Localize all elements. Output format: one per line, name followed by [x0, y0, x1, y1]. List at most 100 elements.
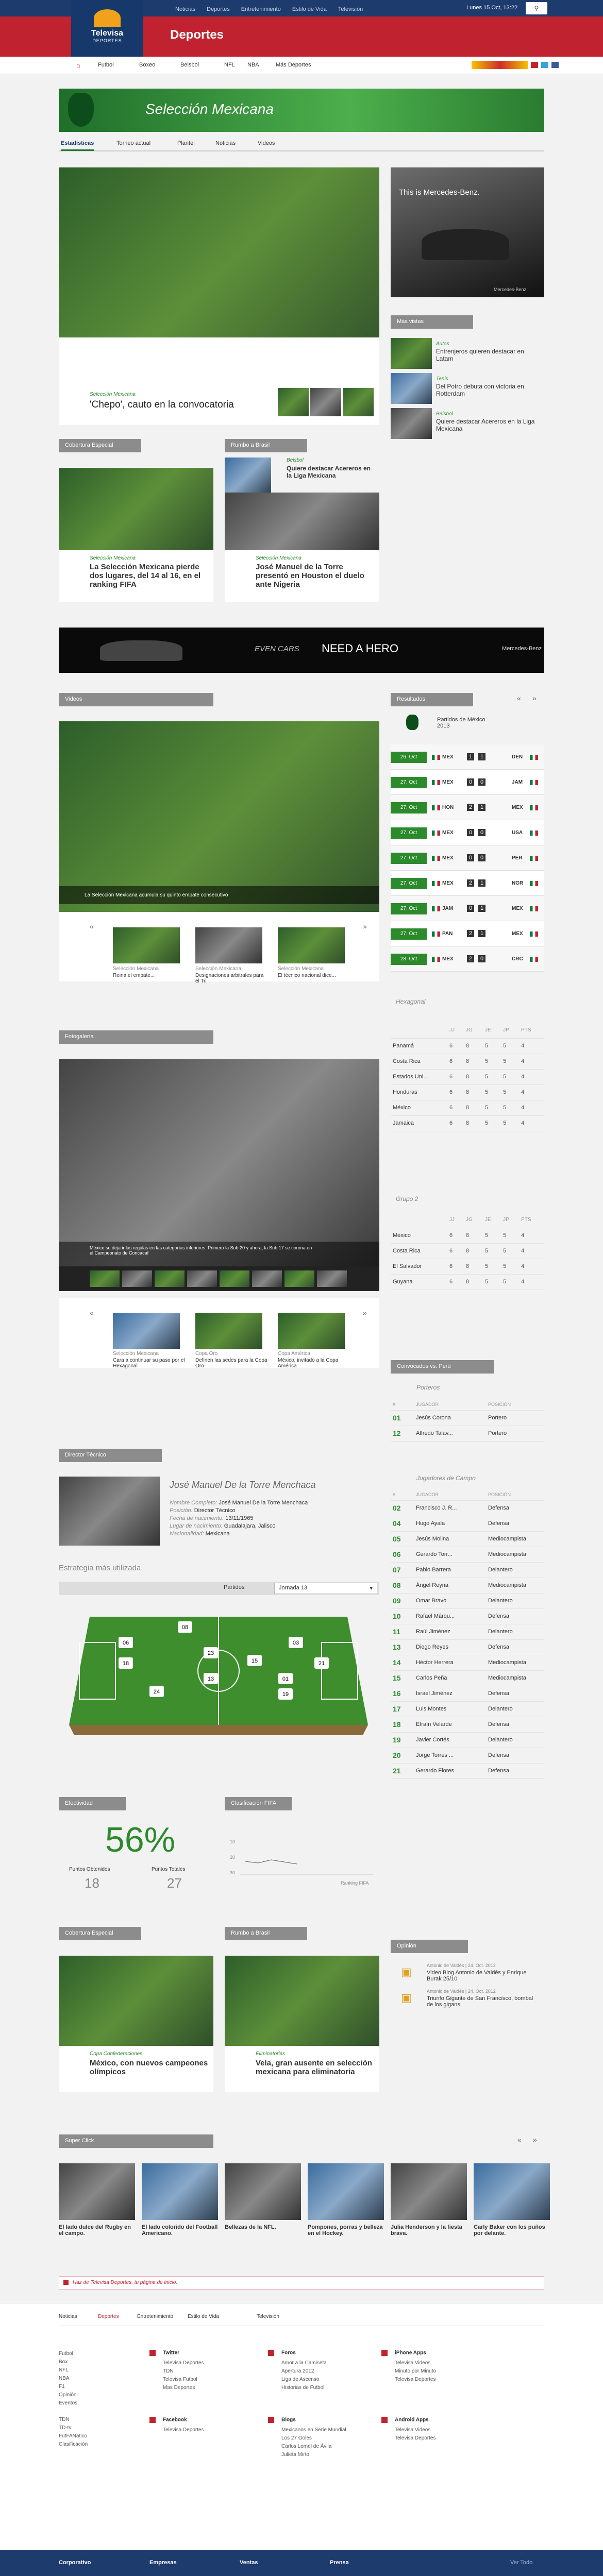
topnav-deportes[interactable]: Deportes	[207, 6, 230, 12]
gallery-thumb[interactable]	[113, 1313, 180, 1349]
mas-vistas-item[interactable]: Del Potro debuta con victoria en Rotterd…	[436, 383, 539, 397]
gallery-strip-thumb[interactable]	[284, 1270, 314, 1287]
tab-plantel[interactable]: Plantel	[177, 140, 195, 146]
superclick-item[interactable]: Julia Henderson y la fiesta brava.	[391, 2163, 467, 2236]
footer-link[interactable]: Apertura 2012	[281, 2367, 327, 2376]
chevron-right-icon[interactable]: »	[363, 1309, 367, 1317]
bottom-link[interactable]: Prensa	[330, 2560, 349, 2566]
footer-link[interactable]: TD-tv	[59, 2424, 88, 2432]
gallery-strip-thumb[interactable]	[187, 1270, 217, 1287]
footer-link[interactable]: Eventos	[59, 2399, 88, 2408]
footer-link[interactable]: Opinión	[59, 2391, 88, 2399]
topnav-estilo[interactable]: Estilo de Vida	[292, 6, 327, 12]
rumbo2-card[interactable]: Rumbo a Brasil Eliminatorias Vela, gran …	[225, 1927, 379, 2097]
homepage-banner[interactable]: Haz de Televisa Deportes, tu página de i…	[59, 2276, 544, 2290]
footer-link[interactable]: Historias de Futbol	[281, 2384, 327, 2392]
result-row[interactable]: 27. Oct JAM 0 1 MEX	[391, 896, 544, 921]
footer-link[interactable]: TDN	[59, 2416, 88, 2424]
gallery-strip-thumb[interactable]	[155, 1270, 185, 1287]
video-player[interactable]	[59, 721, 379, 938]
footer-link[interactable]: Televisa Futbol	[163, 2376, 204, 2384]
footer-link[interactable]: Mas Deportes	[163, 2384, 204, 2392]
chevron-left-icon[interactable]: «	[517, 2136, 522, 2144]
squad-row[interactable]: 12 Alfredo Talav... Portero	[391, 1426, 544, 1442]
ver-todo-link[interactable]: Ver Todo	[510, 2560, 532, 2566]
mercedes-banner[interactable]: EVEN CARS NEED A HERO Mercedes-Benz	[59, 628, 544, 673]
footer-link[interactable]: Box	[59, 2358, 88, 2366]
squad-row[interactable]: 06 Gerardo Torr... Mediocampista	[391, 1547, 544, 1563]
mas-vistas-thumb[interactable]	[391, 338, 432, 369]
superclick-item[interactable]: El lado dulce del Rugby en el campo.	[59, 2163, 135, 2236]
cobertura-card[interactable]: Cobertura Especial Selección Mexicana La…	[59, 439, 213, 609]
footer-tab[interactable]: Televisión	[257, 2314, 279, 2319]
footer-link[interactable]: TDN	[163, 2367, 204, 2376]
result-row[interactable]: 27. Oct MEX 2 1 NGR	[391, 871, 544, 896]
squad-row[interactable]: 01 Jesús Corona Portero	[391, 1410, 544, 1426]
video-thumb[interactable]	[278, 927, 345, 963]
squad-row[interactable]: 19 Javier Cortés Delantero	[391, 1732, 544, 1748]
footer-link[interactable]: Televisa Deportes	[395, 2434, 435, 2443]
squad-row[interactable]: 17 Luis Montes Delantero	[391, 1701, 544, 1717]
footer-link[interactable]: Amor a la Camiseta	[281, 2359, 327, 2367]
mas-vistas-thumb[interactable]	[391, 373, 432, 404]
result-row[interactable]: 26. Oct MEX 1 1 DEN	[391, 744, 544, 770]
squad-row[interactable]: 13 Diego Reyes Defensa	[391, 1639, 544, 1655]
footer-link[interactable]: FutFANatico	[59, 2432, 88, 2441]
mas-vistas-item[interactable]: Quiere destacar Acereros en la Liga Mexi…	[436, 418, 539, 432]
squad-row[interactable]: 21 Gerardo Flores Defensa	[391, 1763, 544, 1779]
bottom-link[interactable]: Ventas	[240, 2560, 258, 2566]
squad-row[interactable]: 07 Pablo Barrera Delantero	[391, 1562, 544, 1578]
gallery-strip-thumb[interactable]	[252, 1270, 282, 1287]
footer-link[interactable]: Julieta Mirto	[281, 2451, 346, 2459]
mercedes-ad[interactable]: This is Mercedes-Benz. Mercedes-Benz	[391, 167, 544, 297]
subnav-mas-deportes[interactable]: Más Deportes	[276, 62, 311, 68]
superclick-item[interactable]: El lado colorido del Football Americano.	[142, 2163, 218, 2236]
footer-link[interactable]: NFL	[59, 2366, 88, 2375]
bottom-link[interactable]: Empresas	[149, 2560, 177, 2566]
twitter-icon[interactable]	[541, 62, 548, 68]
footer-tab[interactable]: Noticias	[59, 2314, 77, 2319]
squad-row[interactable]: 11 Raúl Jiménez Delantero	[391, 1624, 544, 1640]
footer-link[interactable]: Televisa Deportes	[163, 2426, 204, 2434]
tab-torneo[interactable]: Torneo actual	[116, 140, 150, 146]
footer-tab[interactable]: Estilo de Vida	[188, 2314, 219, 2319]
squad-row[interactable]: 08 Ángel Reyna Mediocampista	[391, 1578, 544, 1594]
superclick-item[interactable]: Bellezas de la NFL.	[225, 2163, 301, 2230]
result-row[interactable]: 27. Oct MEX 0 0 PER	[391, 845, 544, 871]
chevron-left-icon[interactable]: «	[90, 922, 94, 930]
gallery-strip-thumb[interactable]	[220, 1270, 249, 1287]
gallery-strip-thumb[interactable]	[122, 1270, 152, 1287]
gallery-thumb[interactable]	[278, 1313, 345, 1349]
squad-row[interactable]: 14 Héctor Herrera Mediocampista	[391, 1655, 544, 1671]
squad-row[interactable]: 20 Jorge Torres ... Defensa	[391, 1748, 544, 1764]
footer-link[interactable]: Los 27 Goles	[281, 2434, 346, 2443]
rumbo-card[interactable]: Rumbo a Brasil Beisbol Quiere destacar A…	[225, 439, 379, 609]
footer-link[interactable]: Liga de Ascenso	[281, 2376, 327, 2384]
gallery-strip-thumb[interactable]	[90, 1270, 120, 1287]
squad-row[interactable]: 18 Efraín Velarde Defensa	[391, 1717, 544, 1733]
footer-link[interactable]: Televisa Deportes	[163, 2359, 204, 2367]
topnav-television[interactable]: Televisión	[338, 6, 363, 12]
gallery-strip-thumb[interactable]	[317, 1270, 347, 1287]
video-thumb[interactable]	[113, 927, 180, 963]
main-story[interactable]: Selección Mexicana 'Chepo', cauto en la …	[59, 167, 379, 425]
footer-link[interactable]: Televisa Videos	[395, 2426, 435, 2434]
subnav-beisbol[interactable]: Beisbol	[180, 62, 199, 68]
superclick-item[interactable]: Carly Baker con los puños por delante.	[474, 2163, 550, 2236]
subnav-nfl[interactable]: NFL	[224, 62, 235, 68]
footer-link[interactable]: Futbol	[59, 2350, 88, 2358]
main-story-headline[interactable]: 'Chepo', cauto en la convocatoria	[90, 399, 234, 411]
televisa-logo[interactable]: Televisa DEPORTES	[71, 0, 143, 57]
gallery-thumb[interactable]	[343, 388, 374, 416]
facebook-icon[interactable]	[551, 62, 559, 68]
tab-noticias[interactable]: Noticias	[215, 140, 236, 146]
superclick-item[interactable]: Pompones, porras y belleza en el Hockey.	[308, 2163, 384, 2236]
gallery-thumb[interactable]	[195, 1313, 262, 1349]
topnav-noticias[interactable]: Noticias	[175, 6, 195, 12]
result-row[interactable]: 27. Oct MEX 0 0 USA	[391, 820, 544, 845]
footer-link[interactable]: Televisa Videos	[395, 2359, 436, 2367]
tab-estadisticas[interactable]: Estadísticas	[61, 140, 94, 151]
squad-row[interactable]: 15 Carlos Peña Mediocampista	[391, 1670, 544, 1686]
footer-link[interactable]: Televisa Deportes	[395, 2376, 436, 2384]
subnav-futbol[interactable]: Futbol	[98, 62, 114, 68]
